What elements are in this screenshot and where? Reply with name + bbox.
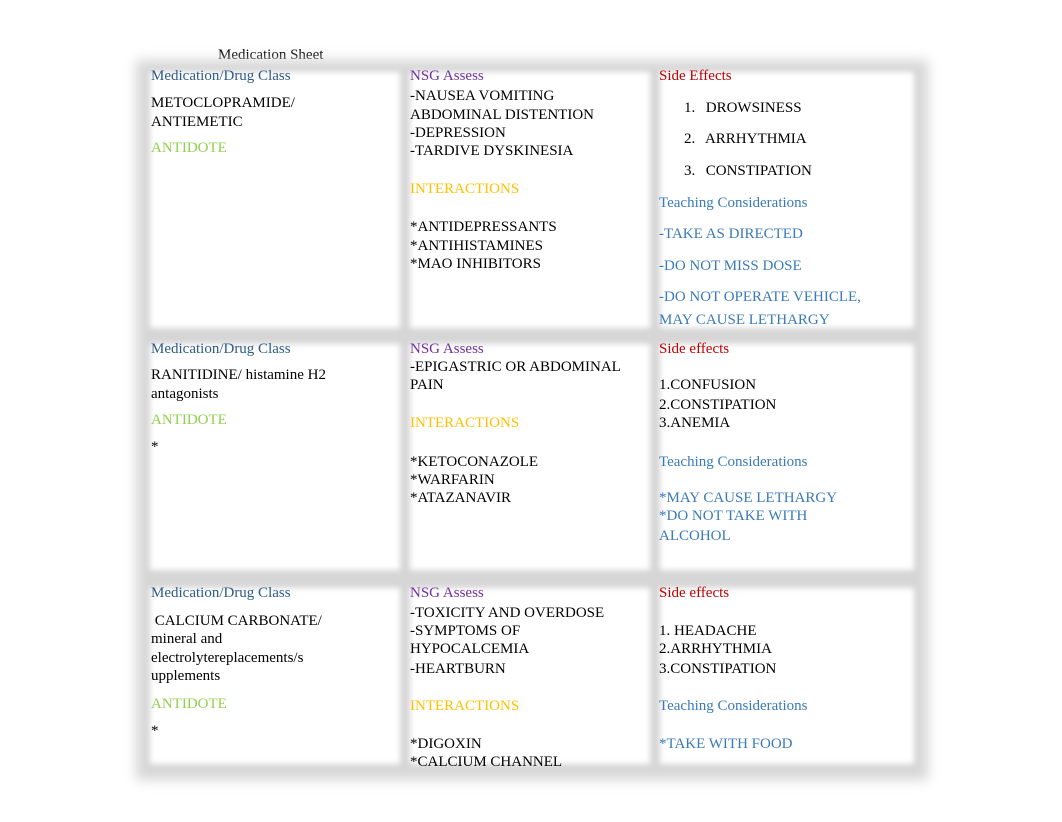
- medication-header: Medication/Drug Class: [151, 341, 291, 357]
- list-number: 2.: [684, 131, 696, 147]
- row2-nsg-cell: NSG Assess -EPIGASTRIC OR ABDOMINAL PAIN…: [410, 340, 650, 507]
- antidote-label: ANTIDOTE: [151, 412, 227, 428]
- interaction-line: *WARFARIN: [410, 472, 495, 488]
- drug-name-line: CALCIUM CARBONATE/: [151, 613, 322, 629]
- drug-name-line: electrolytereplacements/s: [151, 650, 304, 666]
- side-effect-item: 1. DROWSINESS: [659, 99, 909, 117]
- nsg-header: NSG Assess: [410, 341, 484, 357]
- medication-header: Medication/Drug Class: [151, 68, 291, 84]
- row3-nsg-cell: NSG Assess -TOXICITY AND OVERDOSE -SYMPT…: [410, 584, 650, 771]
- drug-name-line: ANTIEMETIC: [151, 114, 243, 130]
- interactions-label: INTERACTIONS: [410, 698, 520, 714]
- interaction-line: *KETOCONAZOLE: [410, 454, 539, 470]
- teaching-line: ALCOHOL: [659, 528, 731, 544]
- drug-name-line: mineral and: [151, 631, 223, 647]
- side-effects-header: Side effects: [659, 341, 730, 357]
- row3-medication-cell: Medication/Drug Class CALCIUM CARBONATE/…: [151, 584, 391, 740]
- nsg-line: -DEPRESSION: [410, 125, 506, 141]
- row1-medication-cell: Medication/Drug Class METOCLOPRAMIDE/ AN…: [151, 67, 391, 157]
- teaching-header: Teaching Considerations: [659, 195, 808, 211]
- nsg-line: PAIN: [410, 377, 444, 393]
- side-effect-text: CONSTIPATION: [705, 163, 812, 179]
- interactions-label: INTERACTIONS: [410, 181, 520, 197]
- side-effect-item: 3. CONSTIPATION: [659, 162, 909, 180]
- side-effect-line: 1.CONFUSION: [659, 377, 757, 393]
- side-effect-line: 3.CONSTIPATION: [659, 661, 777, 677]
- row1-nsg-cell: NSG Assess -NAUSEA VOMITING ABDOMINAL DI…: [410, 67, 650, 273]
- row1-side-effects-cell: Side Effects 1. DROWSINESS 2. ARRHYTHMIA…: [659, 67, 909, 329]
- teaching-line: *DO NOT TAKE WITH: [659, 508, 808, 524]
- antidote-value: *: [151, 723, 159, 739]
- side-effect-line: 1. HEADACHE: [659, 623, 757, 639]
- side-effect-line: 2.ARRHYTHMIA: [659, 641, 772, 657]
- interaction-line: *ANTIHISTAMINES: [410, 238, 543, 254]
- interaction-line: *MAO INHIBITORS: [410, 256, 541, 272]
- row2-medication-cell: Medication/Drug Class RANITIDINE/ histam…: [151, 340, 391, 456]
- teaching-line: -DO NOT OPERATE VEHICLE,: [659, 289, 861, 305]
- teaching-header: Teaching Considerations: [659, 454, 808, 470]
- side-effect-line: 2.CONSTIPATION: [659, 397, 777, 413]
- side-effect-item: 2. ARRHYTHMIA: [659, 130, 909, 148]
- list-number: 1.: [684, 100, 696, 116]
- nsg-line: HYPOCALCEMIA: [410, 641, 530, 657]
- nsg-line: -NAUSEA VOMITING: [410, 88, 555, 104]
- row3-side-effects-cell: Side effects 1. HEADACHE 2.ARRHYTHMIA 3.…: [659, 584, 909, 753]
- side-effect-text: ARRHYTHMIA: [704, 131, 807, 147]
- antidote-label: ANTIDOTE: [151, 140, 227, 156]
- interaction-line: *ATAZANAVIR: [410, 490, 512, 506]
- side-effect-line: 3.ANEMIA: [659, 415, 731, 431]
- row2-side-effects-cell: Side effects 1.CONFUSION 2.CONSTIPATION …: [659, 340, 909, 545]
- nsg-line: -EPIGASTRIC OR ABDOMINAL: [410, 359, 621, 375]
- drug-name-line: METOCLOPRAMIDE/: [151, 95, 295, 111]
- teaching-line: -DO NOT MISS DOSE: [659, 258, 802, 274]
- teaching-line: MAY CAUSE LETHARGY: [659, 312, 830, 328]
- antidote-label: ANTIDOTE: [151, 696, 227, 712]
- drug-name-line: antagonists: [151, 386, 219, 402]
- nsg-header: NSG Assess: [410, 585, 484, 601]
- teaching-header: Teaching Considerations: [659, 698, 808, 714]
- side-effects-header: Side effects: [659, 585, 730, 601]
- nsg-line: -HEARTBURN: [410, 661, 506, 677]
- drug-name-line: upplements: [151, 668, 221, 684]
- side-effects-header: Side Effects: [659, 68, 732, 84]
- nsg-line: -SYMPTOMS OF: [410, 623, 521, 639]
- teaching-line: *TAKE WITH FOOD: [659, 736, 793, 752]
- interaction-line: *ANTIDEPRESSANTS: [410, 219, 557, 235]
- list-number: 3.: [684, 163, 696, 179]
- side-effect-text: DROWSINESS: [705, 100, 802, 116]
- interaction-line: *DIGOXIN: [410, 736, 482, 752]
- drug-name-line: RANITIDINE/ histamine H2: [151, 367, 326, 383]
- interactions-label: INTERACTIONS: [410, 415, 520, 431]
- nsg-line: ABDOMINAL DISTENTION: [410, 107, 595, 123]
- teaching-line: *MAY CAUSE LETHARGY: [659, 490, 838, 506]
- interaction-line: *CALCIUM CHANNEL: [410, 754, 563, 770]
- nsg-header: NSG Assess: [410, 68, 484, 84]
- nsg-line: -TARDIVE DYSKINESIA: [410, 143, 574, 159]
- antidote-value: *: [151, 439, 159, 455]
- teaching-line: -TAKE AS DIRECTED: [659, 226, 803, 242]
- medication-header: Medication/Drug Class: [151, 585, 291, 601]
- nsg-line: -TOXICITY AND OVERDOSE: [410, 605, 605, 621]
